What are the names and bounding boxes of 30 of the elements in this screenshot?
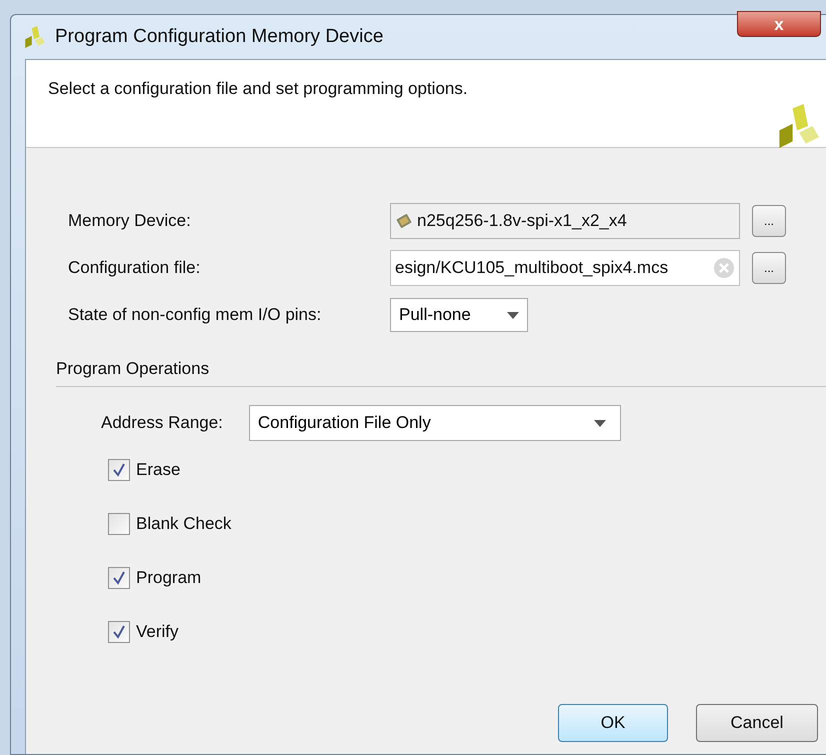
device-field[interactable]: n25q256-1.8v-spi-x1_x2_x4 <box>390 203 740 239</box>
group-title: Program Operations <box>56 359 210 378</box>
field-label: Configuration file: <box>68 257 202 280</box>
dialog-button[interactable]: Cancel <box>696 704 818 742</box>
checkbox[interactable] <box>108 513 130 535</box>
pins-dropdown[interactable]: Pull-none <box>390 298 528 332</box>
field-label: Memory Device: <box>68 210 192 232</box>
checkbox[interactable] <box>108 567 130 589</box>
file-field[interactable]: esign/KCU105_multiboot_spix4.mcs <box>390 250 740 286</box>
check-icon <box>112 463 126 477</box>
dropdown-caret-icon <box>507 312 519 318</box>
browse-button[interactable]: ... <box>752 205 786 237</box>
check-icon <box>112 625 126 639</box>
checkbox[interactable] <box>108 621 130 643</box>
checkbox[interactable] <box>108 459 130 481</box>
dialog-button[interactable]: OK <box>558 704 668 742</box>
check-icon <box>112 571 126 585</box>
checkbox-label: Erase <box>136 459 180 482</box>
header-text: Select a configuration file and set programming options. <box>48 78 468 100</box>
field-label: State of non-config mem I/O pins: <box>68 304 322 326</box>
dropdown-caret-icon <box>594 420 606 426</box>
app-logo-icon <box>23 26 45 48</box>
window-title: Program Configuration Memory Device <box>55 24 384 49</box>
browse-button[interactable]: ... <box>752 252 786 284</box>
checkbox-label: Blank Check <box>136 513 232 536</box>
address-range-label: Address Range: <box>101 412 223 434</box>
address-range-dropdown[interactable]: Configuration File Only <box>248 405 621 441</box>
checkbox-label: Verify <box>136 621 179 644</box>
close-button[interactable]: x <box>737 11 821 37</box>
checkbox-label: Program <box>136 567 202 590</box>
